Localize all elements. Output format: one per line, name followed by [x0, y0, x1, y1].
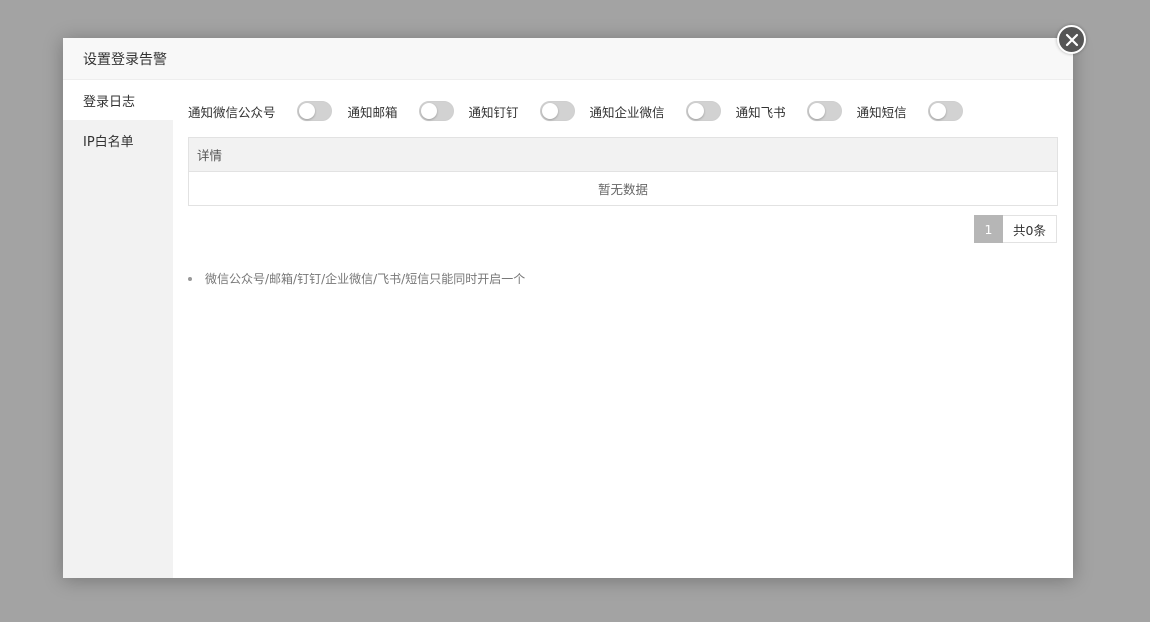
total-count: 共0条 — [1003, 215, 1057, 243]
page-1-button[interactable]: 1 — [974, 215, 1003, 243]
wecom-switch[interactable] — [685, 101, 721, 121]
sidebar-item-label: IP白名单 — [83, 134, 134, 150]
log-table: 详情 暂无数据 — [188, 137, 1058, 206]
notification-toggles: 通知微信公众号 通知邮箱 通知钉钉 通知企业微信 通知飞书 通知短信 — [188, 101, 1058, 121]
dialog-header: 设置登录告警 — [63, 38, 1073, 80]
toggle-email: 通知邮箱 — [348, 101, 454, 121]
toggle-label: 通知微信公众号 — [188, 104, 276, 120]
sms-switch[interactable] — [927, 101, 963, 121]
sidebar-item-login-log[interactable]: 登录日志 — [63, 80, 173, 120]
login-alert-dialog: 设置登录告警 登录日志 IP白名单 通知微信公众号 通知邮箱 通知钉钉 通知企业… — [63, 38, 1073, 578]
toggle-sms: 通知短信 — [857, 101, 963, 121]
switch-knob — [420, 103, 437, 119]
toggle-label: 通知短信 — [856, 104, 907, 120]
switch-knob — [541, 103, 558, 119]
email-switch[interactable] — [418, 101, 454, 121]
list-item: 微信公众号/邮箱/钉钉/企业微信/飞书/短信只能同时开启一个 — [188, 270, 525, 287]
content-panel: 通知微信公众号 通知邮箱 通知钉钉 通知企业微信 通知飞书 通知短信 详情 暂无… — [173, 80, 1073, 578]
dialog-body: 登录日志 IP白名单 通知微信公众号 通知邮箱 通知钉钉 通知企业微信 通知飞书… — [63, 80, 1073, 578]
pagination: 1 共0条 — [974, 215, 1057, 243]
toggle-feishu: 通知飞书 — [736, 101, 842, 121]
notes-list: 微信公众号/邮箱/钉钉/企业微信/飞书/短信只能同时开启一个 — [188, 270, 525, 287]
toggle-label: 通知飞书 — [735, 104, 786, 120]
dialog-title: 设置登录告警 — [83, 51, 167, 68]
empty-text: 暂无数据 — [597, 182, 648, 197]
toggle-label: 通知企业微信 — [589, 104, 665, 120]
sidebar-item-label: 登录日志 — [83, 94, 136, 110]
close-button[interactable] — [1057, 25, 1086, 54]
dingtalk-switch[interactable] — [539, 101, 575, 121]
side-nav: 登录日志 IP白名单 — [63, 80, 173, 578]
close-icon — [1065, 33, 1078, 46]
switch-knob — [298, 103, 315, 119]
note-text: 微信公众号/邮箱/钉钉/企业微信/飞书/短信只能同时开启一个 — [205, 272, 526, 286]
switch-knob — [929, 103, 946, 119]
wechat-mp-switch[interactable] — [296, 101, 332, 121]
toggle-dingtalk: 通知钉钉 — [469, 101, 575, 121]
toggle-wechat-mp: 通知微信公众号 — [188, 101, 332, 121]
switch-knob — [687, 103, 704, 119]
toggle-wecom: 通知企业微信 — [590, 101, 721, 121]
feishu-switch[interactable] — [806, 101, 842, 121]
column-header-details: 详情 — [197, 148, 223, 163]
table-empty-row: 暂无数据 — [189, 172, 1057, 205]
toggle-label: 通知钉钉 — [468, 104, 519, 120]
switch-knob — [808, 103, 825, 119]
sidebar-item-ip-whitelist[interactable]: IP白名单 — [63, 120, 173, 160]
toggle-label: 通知邮箱 — [347, 104, 398, 120]
bullet-icon — [188, 276, 192, 281]
table-header: 详情 — [189, 138, 1057, 172]
